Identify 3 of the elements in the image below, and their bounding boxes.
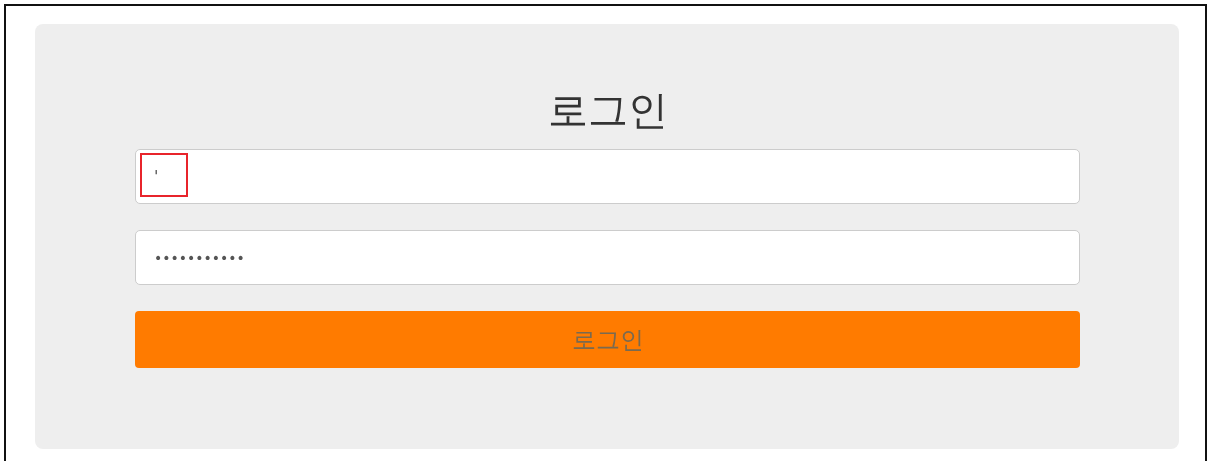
password-field[interactable]: •••••••••••	[135, 230, 1080, 285]
login-title: 로그인	[546, 86, 669, 135]
username-field[interactable]: '	[135, 149, 1080, 204]
